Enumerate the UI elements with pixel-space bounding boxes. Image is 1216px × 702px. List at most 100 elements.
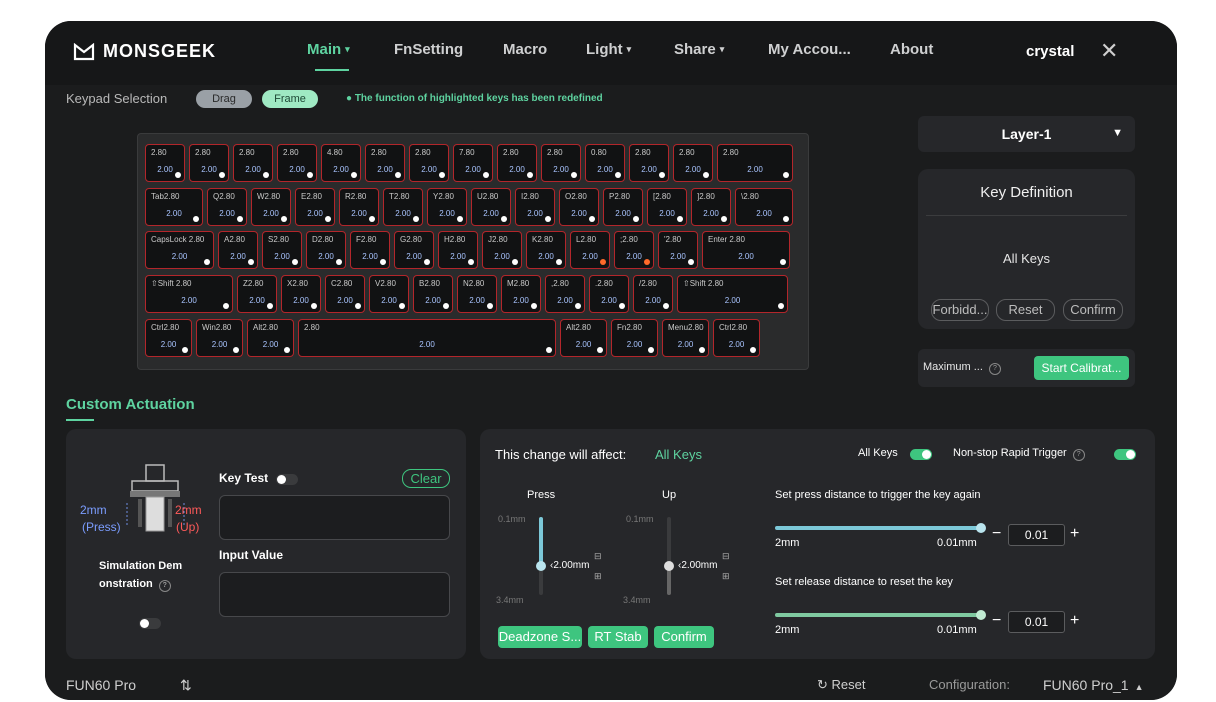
press-step-icon[interactable]: ⊟ ⊞ — [594, 551, 602, 581]
keyboard-key[interactable]: ⇧Shift 2.80 2.00 — [145, 275, 233, 313]
nav-my-account[interactable]: My Accou... — [768, 41, 851, 58]
key-test-field[interactable] — [219, 495, 450, 540]
keyboard-key[interactable]: Ctrl2.80 2.00 — [145, 319, 192, 357]
keyboard-key[interactable]: Menu2.80 2.00 — [662, 319, 709, 357]
keyboard-key[interactable]: L2.80 2.00 — [570, 231, 610, 269]
keyboard-key[interactable]: T2.80 2.00 — [383, 188, 423, 226]
nav-light[interactable]: Light ▾ — [586, 41, 631, 58]
keyboard-key[interactable]: 2.80 2.00 — [673, 144, 713, 182]
keyboard-key[interactable]: E2.80 2.00 — [295, 188, 335, 226]
release-input[interactable]: 0.01 — [1008, 611, 1065, 633]
keyboard-key[interactable]: [2.80 2.00 — [647, 188, 687, 226]
help-icon[interactable]: ? — [1072, 449, 1085, 461]
keyboard-key[interactable]: 2.80 2.00 — [145, 144, 185, 182]
release-slider[interactable] — [775, 613, 981, 617]
keyboard-key[interactable]: R2.80 2.00 — [339, 188, 379, 226]
up-step-icon[interactable]: ⊟ ⊞ — [722, 551, 730, 581]
keyboard-key[interactable]: F2.80 2.00 — [350, 231, 390, 269]
keyboard-key[interactable]: ]2.80 2.00 — [691, 188, 731, 226]
keyboard-key[interactable]: Enter 2.80 2.00 — [702, 231, 790, 269]
release-handle[interactable] — [976, 610, 986, 620]
release-plus-button[interactable]: + — [1070, 612, 1079, 630]
keyboard-key[interactable]: 7.80 2.00 — [453, 144, 493, 182]
keyboard-key[interactable]: Z2.80 2.00 — [237, 275, 277, 313]
keyboard-key[interactable]: J2.80 2.00 — [482, 231, 522, 269]
nav-macro[interactable]: Macro — [503, 41, 547, 58]
keyboard-key[interactable]: ;2.80 2.00 — [614, 231, 654, 269]
confirm-key-button[interactable]: Confirm — [1063, 299, 1123, 321]
keyboard-key[interactable]: .2.80 2.00 — [589, 275, 629, 313]
nav-about[interactable]: About — [890, 41, 933, 58]
user-name[interactable]: crystal — [1026, 43, 1074, 60]
keyboard-key[interactable]: 4.80 2.00 — [321, 144, 361, 182]
all-keys-toggle[interactable] — [910, 449, 932, 460]
keyboard-key[interactable]: ,2.80 2.00 — [545, 275, 585, 313]
keyboard-key[interactable]: A2.80 2.00 — [218, 231, 258, 269]
keyboard-key[interactable]: 0.80 2.00 — [585, 144, 625, 182]
nav-fnsetting[interactable]: FnSetting — [394, 41, 463, 58]
keyboard-key[interactable]: D2.80 2.00 — [306, 231, 346, 269]
press-slider-handle[interactable] — [536, 561, 546, 571]
keyboard-key[interactable]: 2.80 2.00 — [497, 144, 537, 182]
keyboard-key[interactable]: Alt2.80 2.00 — [247, 319, 294, 357]
up-slider-handle[interactable] — [664, 561, 674, 571]
keyboard-key[interactable]: 2.80 2.00 — [233, 144, 273, 182]
keyboard-key[interactable]: 2.80 2.00 — [541, 144, 581, 182]
press-again-handle[interactable] — [976, 523, 986, 533]
keyboard-key[interactable]: P2.80 2.00 — [603, 188, 643, 226]
deadzone-settings-button[interactable]: Deadzone S... — [498, 626, 582, 648]
keyboard-key[interactable]: W2.80 2.00 — [251, 188, 291, 226]
release-minus-button[interactable]: − — [992, 612, 1001, 630]
input-value-field[interactable] — [219, 572, 450, 617]
keyboard-key[interactable]: 2.80 2.00 — [717, 144, 793, 182]
forbid-button[interactable]: Forbidd... — [931, 299, 989, 321]
keyboard-key[interactable]: C2.80 2.00 — [325, 275, 365, 313]
clear-button[interactable]: Clear — [402, 469, 450, 488]
nav-share[interactable]: Share ▾ — [674, 41, 724, 58]
keyboard-key[interactable]: O2.80 2.00 — [559, 188, 599, 226]
keyboard-key[interactable]: M2.80 2.00 — [501, 275, 541, 313]
keyboard-key[interactable]: X2.80 2.00 — [281, 275, 321, 313]
press-again-minus-button[interactable]: − — [992, 525, 1001, 543]
keyboard-key[interactable]: 2.80 2.00 — [629, 144, 669, 182]
device-settings-icon[interactable]: ⇅ — [180, 677, 192, 694]
brand-logo[interactable]: MONSGEEK — [73, 41, 216, 62]
keyboard-key[interactable]: S2.80 2.00 — [262, 231, 302, 269]
start-calibration-button[interactable]: Start Calibrat... — [1034, 356, 1129, 380]
keyboard-key[interactable]: Fn2.80 2.00 — [611, 319, 658, 357]
keyboard-key[interactable]: 2.80 2.00 — [365, 144, 405, 182]
keyboard-key[interactable]: ⇧Shift 2.80 2.00 — [677, 275, 788, 313]
layer-select[interactable]: Layer-1 ▼ — [918, 116, 1135, 152]
press-again-slider[interactable] — [775, 526, 981, 530]
keyboard-key[interactable]: Ctrl2.80 2.00 — [713, 319, 760, 357]
keyboard-key[interactable]: 2.80 2.00 — [277, 144, 317, 182]
rt-stab-button[interactable]: RT Stab — [588, 626, 648, 648]
keyboard-key[interactable]: K2.80 2.00 — [526, 231, 566, 269]
help-icon[interactable]: ? — [988, 363, 1001, 375]
key-test-toggle[interactable] — [276, 474, 298, 485]
help-icon[interactable]: ? — [158, 580, 171, 592]
keyboard-key[interactable]: N2.80 2.00 — [457, 275, 497, 313]
keyboard-key[interactable]: 2.80 2.00 — [298, 319, 556, 357]
keyboard-key[interactable]: /2.80 2.00 — [633, 275, 673, 313]
simulation-toggle[interactable] — [139, 618, 161, 629]
nav-main[interactable]: Main ▾ — [307, 41, 350, 58]
keyboard-key[interactable]: Alt2.80 2.00 — [560, 319, 607, 357]
keyboard-key[interactable]: I2.80 2.00 — [515, 188, 555, 226]
keyboard-key[interactable]: CapsLock 2.80 2.00 — [145, 231, 214, 269]
keyboard-key[interactable]: Win2.80 2.00 — [196, 319, 243, 357]
keyboard-key[interactable]: \2.80 2.00 — [735, 188, 793, 226]
confirm-actuation-button[interactable]: Confirm — [654, 626, 714, 648]
frame-mode-button[interactable]: Frame — [262, 90, 318, 108]
keyboard-key[interactable]: '2.80 2.00 — [658, 231, 698, 269]
press-again-input[interactable]: 0.01 — [1008, 524, 1065, 546]
keyboard-key[interactable]: B2.80 2.00 — [413, 275, 453, 313]
keyboard-key[interactable]: Q2.80 2.00 — [207, 188, 247, 226]
keyboard-key[interactable]: Tab2.80 2.00 — [145, 188, 203, 226]
close-icon[interactable]: ✕ — [1100, 39, 1118, 64]
keyboard-key[interactable]: G2.80 2.00 — [394, 231, 434, 269]
configuration-select[interactable]: FUN60 Pro_1 ▲ — [1043, 677, 1144, 693]
keyboard-key[interactable]: V2.80 2.00 — [369, 275, 409, 313]
reset-key-button[interactable]: Reset — [996, 299, 1055, 321]
keyboard-key[interactable]: 2.80 2.00 — [189, 144, 229, 182]
